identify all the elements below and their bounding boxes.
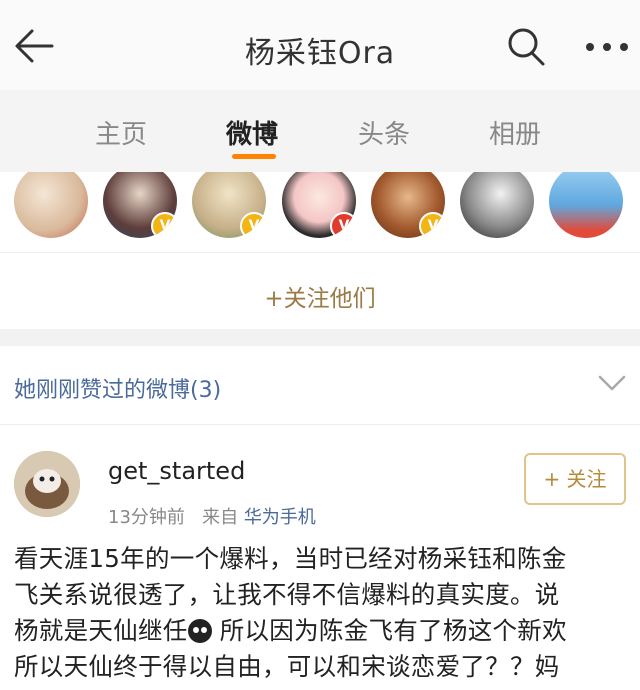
avatar[interactable]: [549, 172, 623, 238]
post-text-line: 所以天仙终于得以自由，可以和宋谈恋爱了？？妈: [14, 652, 560, 681]
chevron-down-icon[interactable]: [598, 374, 626, 392]
tab-album[interactable]: 相册: [489, 114, 541, 151]
weibo-post-card: get_started 13分钟前 来自 华为手机 + 关注 看天涯15年的一个…: [0, 425, 640, 690]
avatar[interactable]: V: [192, 172, 266, 238]
post-text-segment: 所以因为陈金飞有了杨这个新欢: [211, 616, 567, 645]
search-icon[interactable]: [506, 24, 546, 68]
tab-headlines[interactable]: 头条: [358, 114, 410, 151]
verified-badge-icon: V: [240, 212, 266, 238]
liked-posts-header[interactable]: 她刚刚赞过的微博(3): [0, 346, 640, 425]
post-source-prefix: 来自: [202, 507, 239, 528]
post-text[interactable]: 看天涯15年的一个爆料，当时已经对杨采钰和陈金 飞关系说很透了，让我不得不信爆料…: [14, 541, 630, 685]
follow-them-button[interactable]: +关注他们: [0, 279, 640, 313]
post-source[interactable]: 华为手机: [244, 507, 316, 528]
verified-badge-icon: V: [330, 212, 356, 238]
post-time: 13分钟前: [108, 507, 185, 528]
recommended-users-strip: V V V V: [0, 172, 640, 252]
active-tab-indicator: [232, 154, 276, 159]
more-dots-icon[interactable]: [585, 42, 629, 52]
verified-badge-icon: V: [419, 212, 445, 238]
follow-them-row[interactable]: +关注他们: [0, 252, 640, 329]
avatar[interactable]: [14, 172, 88, 238]
post-meta: 13分钟前 来自 华为手机: [108, 503, 316, 529]
avatar[interactable]: [460, 172, 534, 238]
avatar[interactable]: V: [371, 172, 445, 238]
avatar[interactable]: [14, 451, 80, 517]
verified-badge-icon: V: [151, 212, 177, 238]
top-nav-bar: 杨采钰Ora: [0, 0, 640, 90]
follow-button[interactable]: + 关注: [524, 453, 626, 505]
post-text-line: 飞关系说很透了，让我不得不信爆料的真实度。说: [14, 580, 560, 609]
tab-weibo[interactable]: 微博: [226, 114, 278, 151]
liked-posts-title: 她刚刚赞过的微博(3): [14, 378, 222, 403]
sunglasses-emoji-icon: [187, 619, 212, 643]
avatar[interactable]: V: [103, 172, 177, 238]
post-text-line: 杨就是天仙继任 所以因为陈金飞有了杨这个新欢: [14, 613, 630, 649]
post-text-segment: 杨就是天仙继任: [14, 616, 188, 645]
post-text-line: 看天涯15年的一个爆料，当时已经对杨采钰和陈金: [14, 544, 567, 573]
avatar[interactable]: V: [282, 172, 356, 238]
profile-tabs: 主页 微博 头条 相册: [0, 90, 640, 172]
tab-home[interactable]: 主页: [95, 114, 147, 151]
post-username[interactable]: get_started: [108, 457, 245, 485]
